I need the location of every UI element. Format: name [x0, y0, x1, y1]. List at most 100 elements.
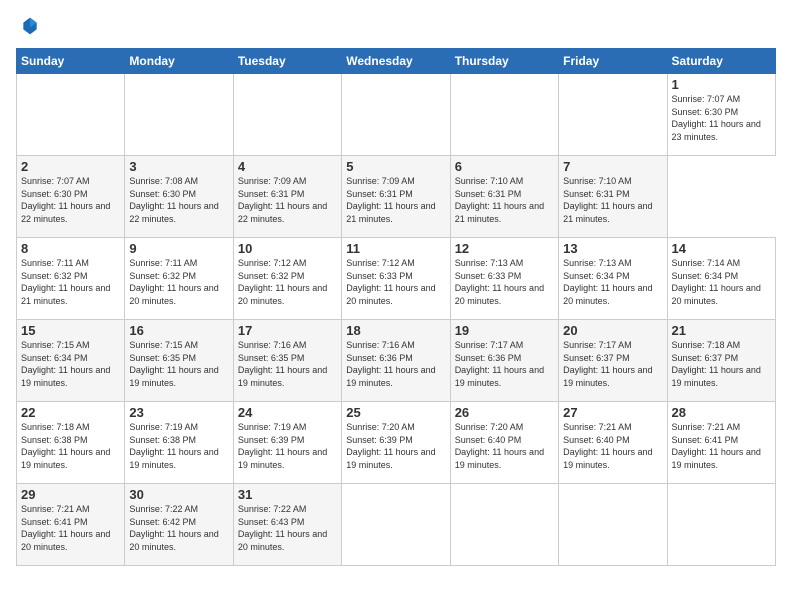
day-number: 9	[129, 241, 228, 256]
calendar-cell	[233, 74, 341, 156]
calendar-day-header: Monday	[125, 49, 233, 74]
calendar-cell: 2 Sunrise: 7:07 AMSunset: 6:30 PMDayligh…	[17, 156, 125, 238]
calendar-cell: 6 Sunrise: 7:10 AMSunset: 6:31 PMDayligh…	[450, 156, 558, 238]
day-info: Sunrise: 7:21 AMSunset: 6:41 PMDaylight:…	[21, 504, 110, 552]
calendar-cell: 15 Sunrise: 7:15 AMSunset: 6:34 PMDaylig…	[17, 320, 125, 402]
calendar-week-row: 22 Sunrise: 7:18 AMSunset: 6:38 PMDaylig…	[17, 402, 776, 484]
calendar-cell: 23 Sunrise: 7:19 AMSunset: 6:38 PMDaylig…	[125, 402, 233, 484]
day-info: Sunrise: 7:09 AMSunset: 6:31 PMDaylight:…	[238, 176, 327, 224]
day-info: Sunrise: 7:20 AMSunset: 6:40 PMDaylight:…	[455, 422, 544, 470]
calendar-cell: 28 Sunrise: 7:21 AMSunset: 6:41 PMDaylig…	[667, 402, 775, 484]
calendar-cell: 31 Sunrise: 7:22 AMSunset: 6:43 PMDaylig…	[233, 484, 341, 566]
day-info: Sunrise: 7:19 AMSunset: 6:38 PMDaylight:…	[129, 422, 218, 470]
day-number: 30	[129, 487, 228, 502]
day-info: Sunrise: 7:16 AMSunset: 6:36 PMDaylight:…	[346, 340, 435, 388]
day-number: 22	[21, 405, 120, 420]
calendar-table: SundayMondayTuesdayWednesdayThursdayFrid…	[16, 48, 776, 566]
day-number: 11	[346, 241, 445, 256]
day-number: 31	[238, 487, 337, 502]
day-number: 4	[238, 159, 337, 174]
calendar-cell: 10 Sunrise: 7:12 AMSunset: 6:32 PMDaylig…	[233, 238, 341, 320]
day-info: Sunrise: 7:07 AMSunset: 6:30 PMDaylight:…	[21, 176, 110, 224]
calendar-cell: 29 Sunrise: 7:21 AMSunset: 6:41 PMDaylig…	[17, 484, 125, 566]
day-info: Sunrise: 7:18 AMSunset: 6:37 PMDaylight:…	[672, 340, 761, 388]
calendar-cell: 14 Sunrise: 7:14 AMSunset: 6:34 PMDaylig…	[667, 238, 775, 320]
calendar-day-header: Tuesday	[233, 49, 341, 74]
day-number: 17	[238, 323, 337, 338]
calendar-cell	[125, 74, 233, 156]
day-number: 28	[672, 405, 771, 420]
day-info: Sunrise: 7:10 AMSunset: 6:31 PMDaylight:…	[563, 176, 652, 224]
calendar-week-row: 8 Sunrise: 7:11 AMSunset: 6:32 PMDayligh…	[17, 238, 776, 320]
day-number: 8	[21, 241, 120, 256]
calendar-cell: 30 Sunrise: 7:22 AMSunset: 6:42 PMDaylig…	[125, 484, 233, 566]
day-number: 6	[455, 159, 554, 174]
logo-icon	[20, 16, 40, 36]
day-number: 19	[455, 323, 554, 338]
page: SundayMondayTuesdayWednesdayThursdayFrid…	[0, 0, 792, 612]
day-info: Sunrise: 7:12 AMSunset: 6:33 PMDaylight:…	[346, 258, 435, 306]
calendar-header-row: SundayMondayTuesdayWednesdayThursdayFrid…	[17, 49, 776, 74]
calendar-cell	[559, 484, 667, 566]
day-info: Sunrise: 7:11 AMSunset: 6:32 PMDaylight:…	[129, 258, 218, 306]
calendar-week-row: 1 Sunrise: 7:07 AMSunset: 6:30 PMDayligh…	[17, 74, 776, 156]
calendar-day-header: Wednesday	[342, 49, 450, 74]
day-number: 26	[455, 405, 554, 420]
day-info: Sunrise: 7:13 AMSunset: 6:33 PMDaylight:…	[455, 258, 544, 306]
day-number: 25	[346, 405, 445, 420]
day-info: Sunrise: 7:21 AMSunset: 6:41 PMDaylight:…	[672, 422, 761, 470]
calendar-cell: 22 Sunrise: 7:18 AMSunset: 6:38 PMDaylig…	[17, 402, 125, 484]
calendar-day-header: Saturday	[667, 49, 775, 74]
calendar-cell: 13 Sunrise: 7:13 AMSunset: 6:34 PMDaylig…	[559, 238, 667, 320]
calendar-cell: 25 Sunrise: 7:20 AMSunset: 6:39 PMDaylig…	[342, 402, 450, 484]
calendar-cell	[17, 74, 125, 156]
calendar-cell: 26 Sunrise: 7:20 AMSunset: 6:40 PMDaylig…	[450, 402, 558, 484]
calendar-cell	[450, 484, 558, 566]
calendar-cell: 21 Sunrise: 7:18 AMSunset: 6:37 PMDaylig…	[667, 320, 775, 402]
day-info: Sunrise: 7:17 AMSunset: 6:37 PMDaylight:…	[563, 340, 652, 388]
day-number: 24	[238, 405, 337, 420]
day-number: 29	[21, 487, 120, 502]
calendar-cell: 19 Sunrise: 7:17 AMSunset: 6:36 PMDaylig…	[450, 320, 558, 402]
day-info: Sunrise: 7:11 AMSunset: 6:32 PMDaylight:…	[21, 258, 110, 306]
calendar-day-header: Sunday	[17, 49, 125, 74]
day-number: 10	[238, 241, 337, 256]
day-info: Sunrise: 7:22 AMSunset: 6:43 PMDaylight:…	[238, 504, 327, 552]
calendar-cell: 12 Sunrise: 7:13 AMSunset: 6:33 PMDaylig…	[450, 238, 558, 320]
day-number: 23	[129, 405, 228, 420]
day-number: 12	[455, 241, 554, 256]
day-number: 15	[21, 323, 120, 338]
day-info: Sunrise: 7:14 AMSunset: 6:34 PMDaylight:…	[672, 258, 761, 306]
calendar-cell: 5 Sunrise: 7:09 AMSunset: 6:31 PMDayligh…	[342, 156, 450, 238]
day-info: Sunrise: 7:18 AMSunset: 6:38 PMDaylight:…	[21, 422, 110, 470]
day-info: Sunrise: 7:07 AMSunset: 6:30 PMDaylight:…	[672, 94, 761, 142]
calendar-cell	[667, 484, 775, 566]
day-number: 7	[563, 159, 662, 174]
day-info: Sunrise: 7:22 AMSunset: 6:42 PMDaylight:…	[129, 504, 218, 552]
day-info: Sunrise: 7:10 AMSunset: 6:31 PMDaylight:…	[455, 176, 544, 224]
day-info: Sunrise: 7:15 AMSunset: 6:35 PMDaylight:…	[129, 340, 218, 388]
calendar-cell	[559, 74, 667, 156]
calendar-day-header: Friday	[559, 49, 667, 74]
header	[16, 16, 776, 36]
day-info: Sunrise: 7:16 AMSunset: 6:35 PMDaylight:…	[238, 340, 327, 388]
calendar-cell: 7 Sunrise: 7:10 AMSunset: 6:31 PMDayligh…	[559, 156, 667, 238]
day-info: Sunrise: 7:17 AMSunset: 6:36 PMDaylight:…	[455, 340, 544, 388]
logo	[16, 16, 40, 36]
day-number: 18	[346, 323, 445, 338]
day-number: 1	[672, 77, 771, 92]
day-number: 16	[129, 323, 228, 338]
calendar-cell: 8 Sunrise: 7:11 AMSunset: 6:32 PMDayligh…	[17, 238, 125, 320]
calendar-cell: 11 Sunrise: 7:12 AMSunset: 6:33 PMDaylig…	[342, 238, 450, 320]
calendar-cell: 20 Sunrise: 7:17 AMSunset: 6:37 PMDaylig…	[559, 320, 667, 402]
calendar-cell	[450, 74, 558, 156]
calendar-week-row: 2 Sunrise: 7:07 AMSunset: 6:30 PMDayligh…	[17, 156, 776, 238]
day-info: Sunrise: 7:15 AMSunset: 6:34 PMDaylight:…	[21, 340, 110, 388]
calendar-week-row: 15 Sunrise: 7:15 AMSunset: 6:34 PMDaylig…	[17, 320, 776, 402]
day-info: Sunrise: 7:21 AMSunset: 6:40 PMDaylight:…	[563, 422, 652, 470]
calendar-cell: 3 Sunrise: 7:08 AMSunset: 6:30 PMDayligh…	[125, 156, 233, 238]
day-info: Sunrise: 7:20 AMSunset: 6:39 PMDaylight:…	[346, 422, 435, 470]
calendar-cell: 18 Sunrise: 7:16 AMSunset: 6:36 PMDaylig…	[342, 320, 450, 402]
day-number: 5	[346, 159, 445, 174]
calendar-cell: 4 Sunrise: 7:09 AMSunset: 6:31 PMDayligh…	[233, 156, 341, 238]
